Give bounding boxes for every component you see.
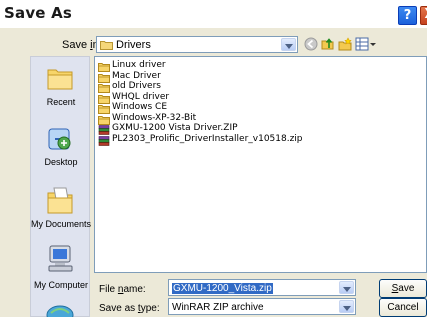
folder-icon bbox=[98, 115, 110, 125]
file-name-label: File name: bbox=[99, 284, 146, 295]
place-desktop[interactable]: Desktop bbox=[31, 125, 91, 175]
file-item-name: Windows CE bbox=[112, 102, 168, 112]
folder-icon bbox=[100, 41, 113, 50]
file-item-name: WHQL driver bbox=[112, 91, 170, 102]
help-button[interactable]: ? bbox=[397, 5, 418, 26]
chevron-down-icon[interactable] bbox=[281, 38, 296, 51]
views-menu-icon[interactable] bbox=[355, 37, 377, 51]
close-button[interactable]: X bbox=[419, 5, 427, 26]
folder-icon bbox=[98, 73, 110, 83]
save-in-value: Drivers bbox=[116, 39, 151, 51]
file-name-dropdown-icon[interactable] bbox=[339, 281, 354, 294]
file-item-name: Linux driver bbox=[112, 60, 166, 70]
file-name-field[interactable]: GXMU-1200_Vista.zip bbox=[168, 279, 356, 296]
file-name-value: GXMU-1200_Vista.zip bbox=[172, 283, 273, 294]
place-my-documents[interactable]: My Documents bbox=[31, 185, 91, 237]
place-my-computer[interactable]: My Computer bbox=[31, 243, 91, 299]
file-item-name: old Drivers bbox=[112, 81, 161, 91]
zip-archive-icon bbox=[98, 135, 110, 146]
my-computer-icon bbox=[48, 245, 73, 272]
title-bar[interactable]: Save As ? X bbox=[0, 0, 427, 28]
folder-icon bbox=[98, 84, 110, 93]
save-button[interactable]: Save bbox=[379, 279, 427, 298]
save-as-type-label: Save as type: bbox=[99, 303, 160, 314]
file-item-name: Mac Driver bbox=[112, 70, 161, 81]
new-folder-icon[interactable] bbox=[338, 37, 352, 51]
up-folder-icon[interactable] bbox=[321, 37, 335, 51]
folder-icon bbox=[98, 94, 110, 104]
save-as-dialog: Save As ? X Save in: Drivers bbox=[0, 0, 427, 317]
recent-icon bbox=[47, 69, 73, 90]
my-network-places-icon[interactable] bbox=[45, 303, 75, 317]
file-item-name: GXMU-1200 Vista Driver.ZIP bbox=[112, 123, 238, 133]
save-as-type-dropdown[interactable]: WinRAR ZIP archive bbox=[168, 298, 356, 315]
help-icon: ? bbox=[403, 8, 412, 23]
folder-icon bbox=[98, 105, 110, 114]
back-icon[interactable] bbox=[304, 37, 318, 51]
window-title: Save As bbox=[4, 4, 73, 22]
places-bar: Recent Desktop My Documents My Computer bbox=[30, 56, 91, 317]
desktop-icon bbox=[48, 128, 71, 150]
place-recent[interactable]: Recent bbox=[31, 65, 91, 115]
my-documents-icon bbox=[47, 187, 73, 214]
file-list[interactable]: Linux driver Mac Driver old Drivers WHQL dr… bbox=[94, 56, 427, 273]
save-in-dropdown[interactable]: Drivers bbox=[96, 36, 298, 53]
zip-archive-icon bbox=[98, 125, 110, 135]
cancel-button[interactable]: Cancel bbox=[379, 298, 427, 317]
folder-icon bbox=[98, 63, 110, 72]
file-item-name: PL2303_Prolific_DriverInstaller_v10518.z… bbox=[112, 133, 303, 144]
save-as-type-value: WinRAR ZIP archive bbox=[172, 302, 264, 313]
chevron-down-icon[interactable] bbox=[339, 300, 354, 313]
file-item-name: Windows-XP-32-Bit bbox=[112, 112, 197, 123]
